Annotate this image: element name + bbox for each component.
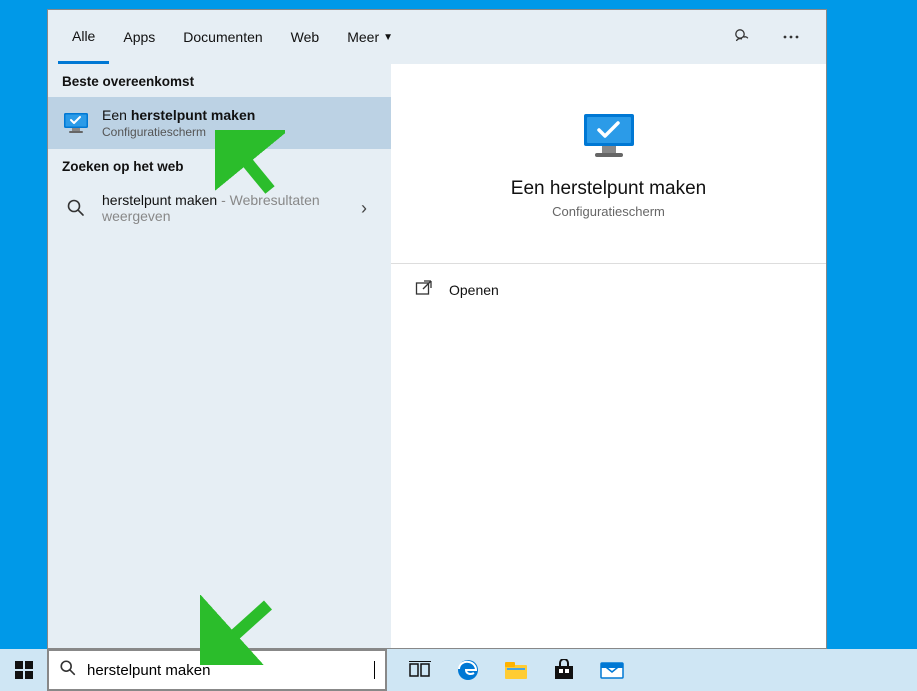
tab-apps[interactable]: Apps — [109, 10, 169, 64]
tab-label: Apps — [123, 29, 155, 45]
tab-all[interactable]: Alle — [58, 10, 109, 64]
result-text: herstelpunt maken - Webresultaten weerge… — [102, 192, 349, 224]
search-icon — [59, 659, 77, 682]
chevron-down-icon: ▼ — [383, 32, 393, 43]
section-web-search: Zoeken op het web — [48, 149, 391, 182]
title-bold: herstelpunt maken — [131, 107, 255, 123]
chevron-right-icon: › — [361, 198, 377, 219]
result-subtitle: Configuratiescherm — [102, 125, 255, 139]
store-icon[interactable] — [549, 655, 579, 685]
action-open[interactable]: Openen — [391, 264, 826, 316]
content-row: Beste overeenkomst Een herstelpunt maken — [48, 64, 826, 648]
result-title: herstelpunt maken - Webresultaten weerge… — [102, 192, 349, 224]
tab-web[interactable]: Web — [277, 10, 334, 64]
tab-more[interactable]: Meer ▼ — [333, 10, 407, 64]
title-prefix: Een — [102, 107, 131, 123]
edge-icon[interactable] — [453, 655, 483, 685]
tab-documents[interactable]: Documenten — [169, 10, 276, 64]
best-match-result[interactable]: Een herstelpunt maken Configuratiescherm — [48, 97, 391, 149]
mail-icon[interactable] — [597, 655, 627, 685]
web-search-result[interactable]: herstelpunt maken - Webresultaten weerge… — [48, 182, 391, 234]
taskbar-search-input[interactable] — [87, 662, 373, 679]
monitor-check-large-icon — [579, 109, 639, 164]
text-cursor — [374, 661, 375, 679]
monitor-check-icon — [62, 109, 90, 137]
tab-label: Meer — [347, 29, 379, 45]
preview-header: Een herstelpunt maken Configuratiescherm — [391, 64, 826, 264]
taskbar-icons — [405, 655, 627, 685]
result-text: Een herstelpunt maken Configuratiescherm — [102, 107, 255, 139]
feedback-icon[interactable] — [728, 22, 758, 52]
web-result-title: herstelpunt maken — [102, 192, 217, 208]
preview-subtitle: Configuratiescherm — [552, 204, 665, 219]
taskbar — [0, 649, 917, 691]
tab-label: Documenten — [183, 29, 262, 45]
search-icon — [62, 194, 90, 222]
more-options-icon[interactable] — [776, 22, 806, 52]
tab-label: Alle — [72, 28, 95, 44]
preview-title: Een herstelpunt maken — [511, 178, 706, 200]
start-button[interactable] — [0, 649, 47, 691]
preview-column: Een herstelpunt maken Configuratiescherm… — [391, 64, 826, 648]
section-best-match: Beste overeenkomst — [48, 64, 391, 97]
taskbar-search-box[interactable] — [47, 649, 387, 691]
file-explorer-icon[interactable] — [501, 655, 531, 685]
result-title: Een herstelpunt maken — [102, 107, 255, 123]
search-flyout: Alle Apps Documenten Web Meer ▼ Beste ove… — [47, 9, 827, 649]
results-column: Beste overeenkomst Een herstelpunt maken — [48, 64, 391, 648]
open-icon — [415, 279, 433, 302]
action-open-label: Openen — [449, 282, 499, 298]
tab-bar: Alle Apps Documenten Web Meer ▼ — [48, 10, 826, 64]
task-view-icon[interactable] — [405, 655, 435, 685]
tab-bar-right — [728, 22, 816, 52]
tab-label: Web — [291, 29, 320, 45]
